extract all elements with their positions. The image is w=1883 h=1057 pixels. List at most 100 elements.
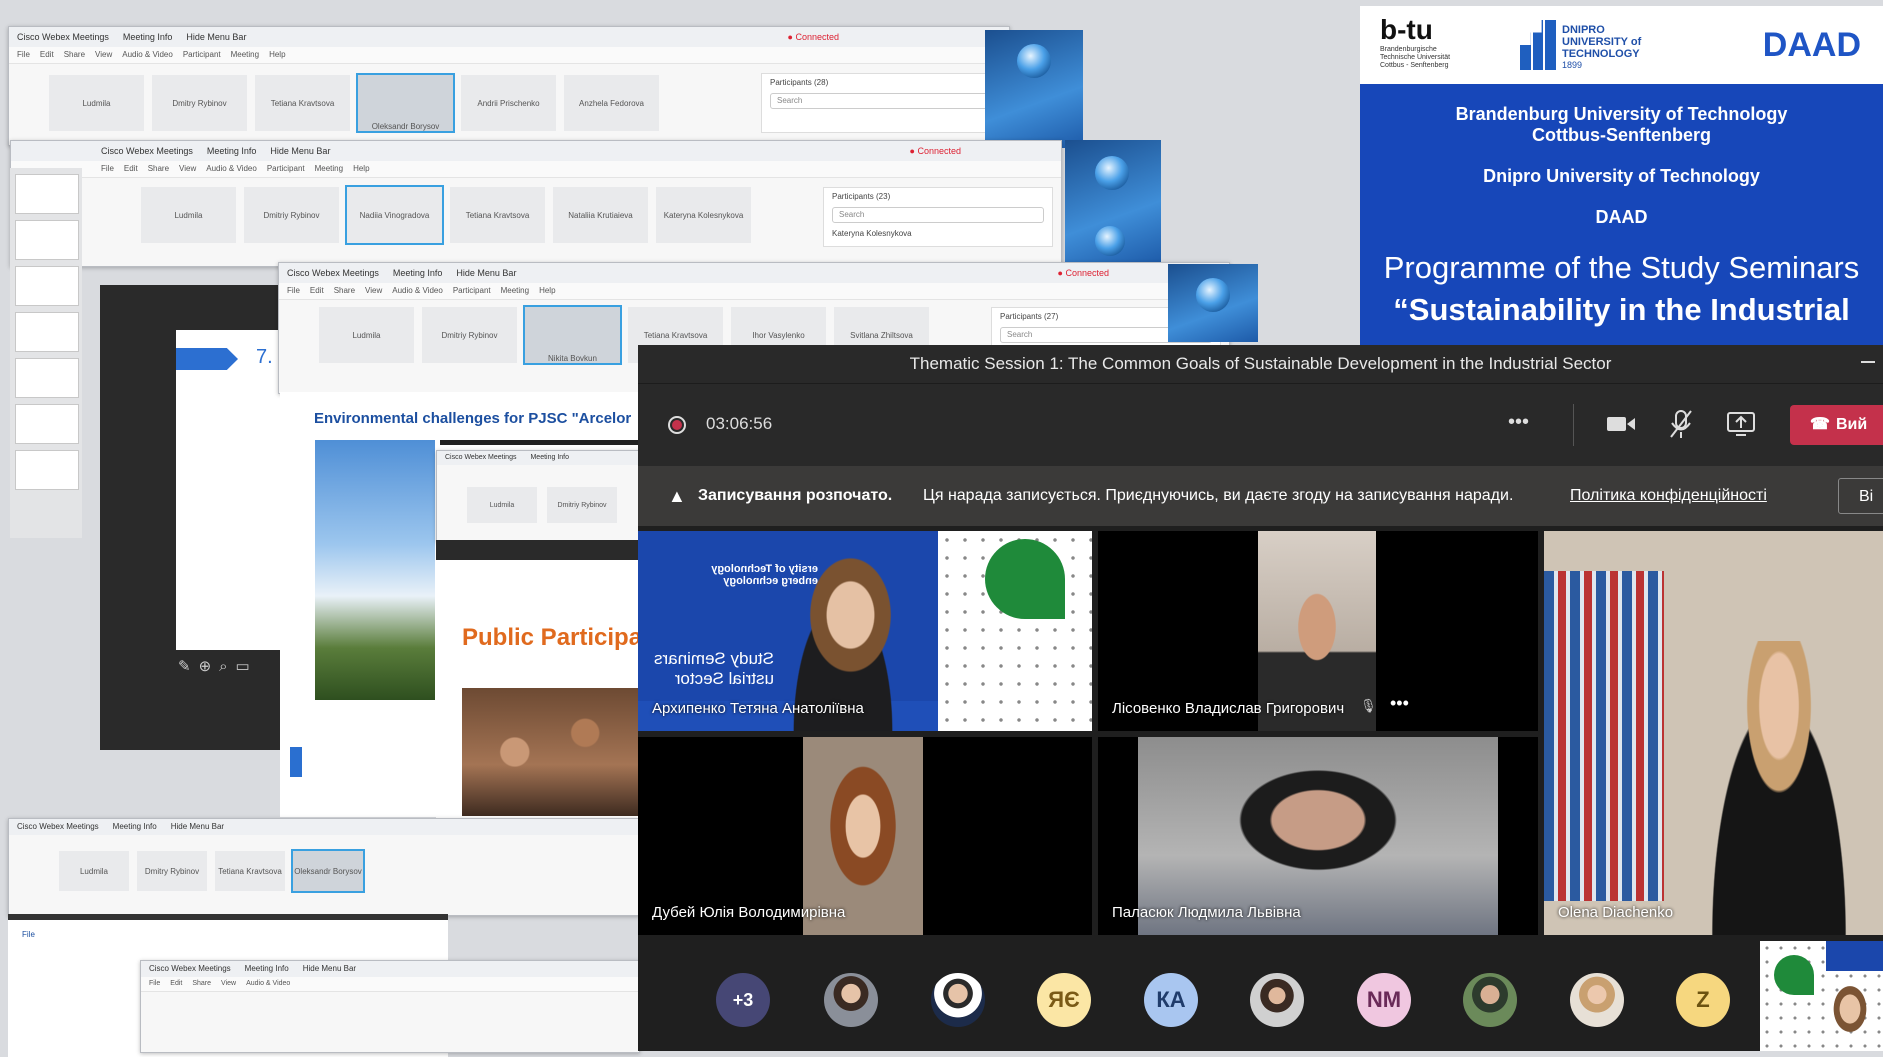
overflow-count-button[interactable]: +3 xyxy=(716,973,770,1027)
menu-audio-video[interactable]: Audio & Video xyxy=(122,47,173,63)
meeting-info-link[interactable]: Meeting Info xyxy=(530,451,569,465)
avatar[interactable] xyxy=(824,973,878,1027)
menu-file[interactable]: File xyxy=(101,161,114,177)
avatar[interactable] xyxy=(931,973,985,1027)
participant-tile[interactable]: Лісовенко Владислав Григорович 🎙 ••• xyxy=(1098,531,1538,731)
video-tile[interactable]: Kateryna Kolesnykova xyxy=(656,187,751,243)
video-tile[interactable]: Ludmila xyxy=(141,187,236,243)
slide-thumbnail[interactable] xyxy=(15,312,79,352)
menu-share[interactable]: Share xyxy=(64,47,85,63)
hide-menu-bar-link[interactable]: Hide Menu Bar xyxy=(270,141,330,161)
menu-file[interactable]: File xyxy=(287,283,300,299)
meeting-info-link[interactable]: Meeting Info xyxy=(393,263,443,283)
avatar-initials[interactable]: ЯЄ xyxy=(1037,973,1091,1027)
slide-thumbnail[interactable] xyxy=(15,266,79,306)
menu-file[interactable]: File xyxy=(149,977,160,991)
menu-edit[interactable]: Edit xyxy=(310,283,324,299)
video-tile[interactable]: Dmitriy Rybinov xyxy=(547,487,617,523)
menu-meeting[interactable]: Meeting xyxy=(501,283,529,299)
privacy-policy-link[interactable]: Політика конфіденційності xyxy=(1570,466,1767,526)
video-tile[interactable]: Dmitry Rybinov xyxy=(152,75,247,131)
menu-participant[interactable]: Participant xyxy=(267,161,305,177)
video-tile-active[interactable]: Oleksandr Borysov xyxy=(356,73,455,133)
video-tile[interactable]: Ludmila xyxy=(467,487,537,523)
menu-share[interactable]: Share xyxy=(334,283,355,299)
notice-dismiss-button[interactable]: Ві xyxy=(1838,478,1883,514)
menu-audio-video[interactable]: Audio & Video xyxy=(392,283,443,299)
menu-audio-video[interactable]: Audio & Video xyxy=(246,977,290,991)
video-tile-active[interactable]: Nikita Bovkun xyxy=(523,305,622,365)
video-tile[interactable]: Tetiana Kravtsova xyxy=(215,851,285,891)
video-tile[interactable]: Dmitriy Rybinov xyxy=(244,187,339,243)
avatar[interactable] xyxy=(1570,973,1624,1027)
participant-tile[interactable]: ersity of Technology enberg echnology St… xyxy=(638,531,1092,731)
video-tile[interactable]: Dmitry Rybinov xyxy=(137,851,207,891)
avatar-initials[interactable]: Z xyxy=(1676,973,1730,1027)
more-actions-button[interactable]: ••• xyxy=(1508,411,1529,434)
banner-line-3: Dnipro University of Technology xyxy=(1483,166,1760,186)
menu-edit[interactable]: Edit xyxy=(124,161,138,177)
participant-tile[interactable]: Дубей Юлія Володимирівна xyxy=(638,737,1092,935)
meeting-info-link[interactable]: Meeting Info xyxy=(207,141,257,161)
participant-tile[interactable]: Olena Diachenko xyxy=(1544,531,1883,935)
slide-thumbnail[interactable] xyxy=(15,174,79,214)
minimize-icon[interactable] xyxy=(1861,361,1875,363)
avatar[interactable] xyxy=(1463,973,1517,1027)
video-tile[interactable]: Dmitriy Rybinov xyxy=(422,307,517,363)
avatar-initials[interactable]: NM xyxy=(1357,973,1411,1027)
hide-menu-bar-link[interactable]: Hide Menu Bar xyxy=(303,961,356,977)
hide-menu-bar-link[interactable]: Hide Menu Bar xyxy=(171,819,224,835)
video-tile[interactable]: Ludmila xyxy=(49,75,144,131)
hide-menu-bar-link[interactable]: Hide Menu Bar xyxy=(456,263,516,283)
avatar[interactable] xyxy=(1250,973,1304,1027)
video-tile[interactable]: Ludmila xyxy=(319,307,414,363)
avatar-initials[interactable]: КА xyxy=(1144,973,1198,1027)
video-tile[interactable]: Tetiana Kravtsova xyxy=(255,75,350,131)
meeting-info-link[interactable]: Meeting Info xyxy=(123,27,173,47)
hide-menu-bar-link[interactable]: Hide Menu Bar xyxy=(186,27,246,47)
video-tile[interactable]: Nataliia Krutiaieva xyxy=(553,187,648,243)
menu-view[interactable]: View xyxy=(221,977,236,991)
menu-view[interactable]: View xyxy=(179,161,196,177)
notice-dismiss-label: Ві xyxy=(1859,488,1874,505)
menu-file[interactable]: File xyxy=(17,47,30,63)
participant-entry[interactable]: Kateryna Kolesnykova xyxy=(832,229,1044,238)
menu-audio-video[interactable]: Audio & Video xyxy=(206,161,257,177)
menu-meeting[interactable]: Meeting xyxy=(315,161,343,177)
menu-help[interactable]: Help xyxy=(269,47,285,63)
menu-edit[interactable]: Edit xyxy=(170,977,182,991)
mic-button[interactable] xyxy=(1668,408,1694,440)
participants-search[interactable]: Search xyxy=(770,93,992,109)
dnipro-logo: DNIPRO UNIVERSITY of TECHNOLOGY 1899 xyxy=(1520,20,1662,70)
video-tile[interactable]: Tetiana Kravtsova xyxy=(450,187,545,243)
menu-participant[interactable]: Participant xyxy=(183,47,221,63)
slide-thumbnail[interactable] xyxy=(15,358,79,398)
self-view-video[interactable] xyxy=(1760,941,1883,1051)
meeting-info-link[interactable]: Meeting Info xyxy=(113,819,157,835)
menu-help[interactable]: Help xyxy=(353,161,369,177)
meeting-info-link[interactable]: Meeting Info xyxy=(245,961,289,977)
menu-view[interactable]: View xyxy=(95,47,112,63)
participant-tile[interactable]: Паласюк Людмила Львівна xyxy=(1098,737,1538,935)
participant-more-button[interactable]: ••• xyxy=(1390,693,1409,714)
slide-thumbnail[interactable] xyxy=(15,450,79,490)
menu-participant[interactable]: Participant xyxy=(453,283,491,299)
share-screen-button[interactable] xyxy=(1726,410,1758,438)
video-tile-active[interactable]: Oleksandr Borysov xyxy=(291,849,365,893)
camera-button[interactable] xyxy=(1606,414,1638,436)
slide-thumbnail[interactable] xyxy=(15,220,79,260)
slide-thumbnail[interactable] xyxy=(15,404,79,444)
menu-edit[interactable]: Edit xyxy=(40,47,54,63)
video-tile[interactable]: Anzhela Fedorova xyxy=(564,75,659,131)
leave-button[interactable]: ☎ Вий xyxy=(1790,405,1883,445)
video-tile-active[interactable]: Nadiia Vinogradova xyxy=(345,185,444,245)
menu-view[interactable]: View xyxy=(365,283,382,299)
participants-search[interactable]: Search xyxy=(832,207,1044,223)
video-tile[interactable]: Andrii Prischenko xyxy=(461,75,556,131)
menu-share[interactable]: Share xyxy=(192,977,211,991)
menu-meeting[interactable]: Meeting xyxy=(231,47,259,63)
video-tile[interactable]: Ludmila xyxy=(59,851,129,891)
menu-help[interactable]: Help xyxy=(539,283,555,299)
menu-share[interactable]: Share xyxy=(148,161,169,177)
desktop-wallpaper xyxy=(985,30,1083,148)
